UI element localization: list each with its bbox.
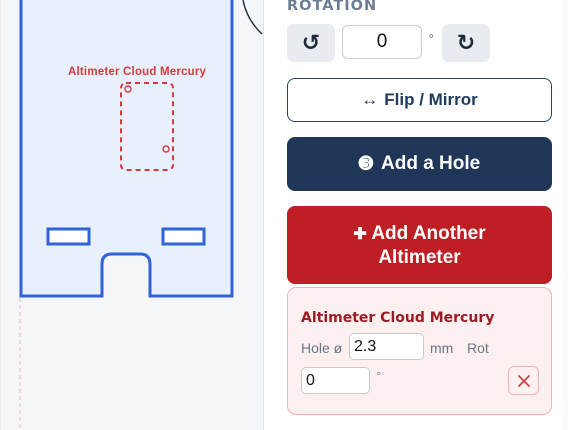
slot-left: [46, 227, 91, 246]
add-altimeter-label-line2: Altimeter: [378, 246, 461, 268]
remove-altimeter-button[interactable]: [508, 366, 539, 395]
close-icon: [517, 374, 530, 387]
add-altimeter-label-line1: Add Another: [371, 222, 486, 244]
hole-diameter-input[interactable]: [349, 333, 424, 360]
part-outline: [19, 0, 234, 298]
rot-label: Rot: [467, 340, 489, 356]
add-altimeter-line1-wrap: ✚ Add Another: [353, 222, 485, 246]
frame-arc: [242, 0, 263, 35]
panel-scrollbar[interactable]: [562, 0, 568, 430]
add-hole-button[interactable]: ➌ Add a Hole: [287, 137, 552, 191]
hole-diameter-label: Hole ø: [301, 340, 343, 356]
rotate-ccw-icon: ↺: [301, 30, 321, 56]
altimeter-card: Altimeter Cloud Mercury Hole ø mm Rot °: [287, 287, 552, 415]
rotation-input[interactable]: [342, 25, 422, 59]
rotate-right-button[interactable]: ↻: [442, 24, 490, 62]
rotation-unit: °: [428, 33, 435, 48]
hole-unit: mm: [430, 340, 454, 356]
altimeter-rotation-unit: °: [376, 370, 382, 383]
hole-icon: ➌: [358, 154, 373, 173]
properties-panel: ROTATION ↺ ° ↻ ↔ Flip / Mirror ➌ Add a H…: [264, 0, 568, 430]
altimeter-card-title: Altimeter Cloud Mercury: [301, 310, 495, 326]
add-hole-label: Add a Hole: [381, 153, 481, 174]
rotation-section-label: ROTATION: [287, 0, 378, 14]
flip-mirror-label: Flip / Mirror: [384, 90, 478, 109]
slot-right: [161, 227, 206, 246]
flip-arrows-icon: ↔: [361, 90, 379, 109]
add-altimeter-button[interactable]: ✚ Add Another Altimeter: [287, 206, 552, 284]
design-canvas[interactable]: Altimeter Cloud Mercury: [0, 0, 264, 430]
rotate-left-button[interactable]: ↺: [287, 24, 335, 62]
rotate-cw-icon: ↻: [456, 30, 476, 56]
canvas-drawing: [0, 0, 263, 430]
altimeter-rotation-input[interactable]: [301, 367, 370, 394]
altimeter-label: Altimeter Cloud Mercury: [68, 66, 207, 78]
plus-icon: ✚: [353, 225, 367, 243]
flip-mirror-button[interactable]: ↔ Flip / Mirror: [287, 78, 552, 122]
